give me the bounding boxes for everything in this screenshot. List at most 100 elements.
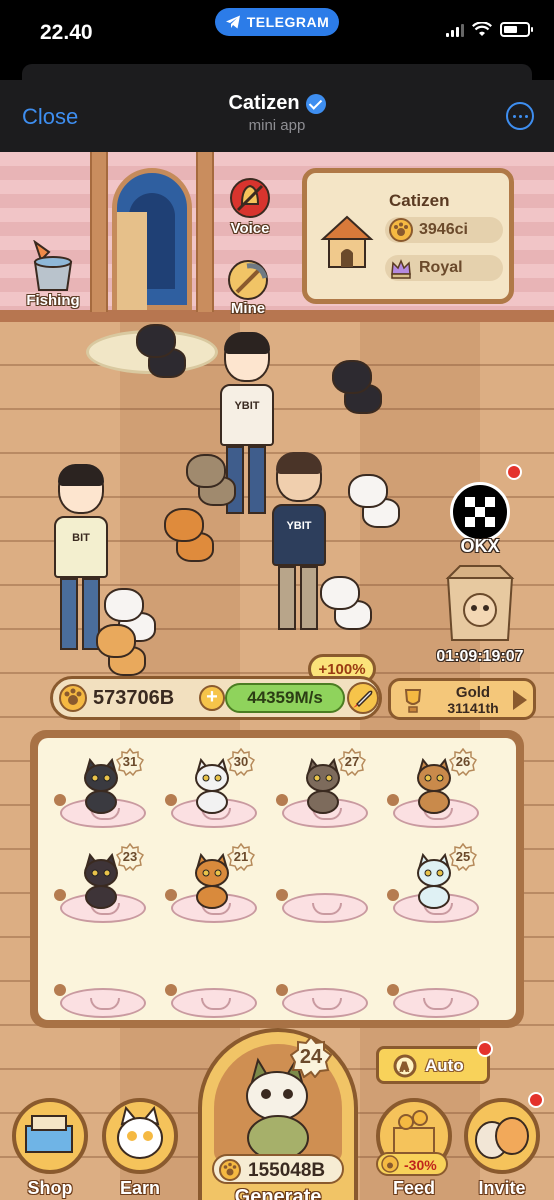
auto-merge-button[interactable]: A Auto [376, 1041, 493, 1084]
telegram-pill[interactable]: TELEGRAM [215, 8, 339, 36]
empty-cat-slot[interactable] [163, 936, 265, 1024]
add-coins-button[interactable]: + [199, 685, 225, 711]
system-icons [446, 22, 533, 37]
shop-button[interactable]: Shop [8, 1094, 92, 1200]
wall-pillar [90, 152, 108, 312]
shop-label: Shop [27, 1178, 73, 1198]
game-scene: Fishing Voice Mine Catizen 3946ci Royal … [0, 152, 554, 1200]
cat-bed [60, 988, 146, 1018]
coin-balance: 573706B [93, 687, 175, 709]
play-arrow-icon [513, 690, 527, 710]
cat-level-badge: 27 [337, 747, 367, 777]
empty-cat-slot[interactable] [385, 936, 487, 1024]
status-time: 22.40 [40, 21, 93, 44]
svg-text:A: A [400, 1060, 409, 1074]
cat-slot[interactable]: 27 [274, 746, 376, 834]
character-man-2: BIT [54, 464, 108, 650]
auto-label: Auto [425, 1056, 464, 1075]
paw-print-icon [165, 794, 177, 806]
earn-cat-icon [102, 1098, 178, 1174]
shop-icon [12, 1098, 88, 1174]
pickaxe-icon [228, 260, 268, 300]
cat-level-badge: 25 [448, 842, 478, 872]
cat-slot[interactable]: 30 [163, 746, 265, 834]
cat-bed [171, 988, 257, 1018]
empty-cat-slot[interactable] [274, 936, 376, 1024]
more-options-button[interactable] [506, 102, 534, 130]
door-panel [117, 212, 147, 310]
cat-level-badge: 26 [448, 747, 478, 777]
cat-slot[interactable]: 23 [52, 841, 154, 929]
scene-cat-white [346, 470, 418, 532]
generate-price-value: 155048B [248, 1160, 326, 1181]
mine-button[interactable]: Mine [220, 260, 276, 317]
paw-print-icon [54, 794, 66, 806]
telegram-plane-icon [225, 15, 240, 29]
feed-discount-badge: -30% [376, 1152, 448, 1176]
scene-cat-black-2 [330, 356, 400, 416]
currency-value: 3946ci [419, 221, 468, 238]
cat-slot[interactable]: 25 [385, 841, 487, 929]
voice-button[interactable]: Voice [222, 174, 278, 237]
resource-bar: 573706B + 44359M/s [50, 676, 382, 720]
generate-level: 24 [299, 1046, 323, 1068]
voice-bell-icon [230, 178, 270, 218]
generate-label: Generate [234, 1186, 322, 1200]
cat-level: 26 [455, 754, 471, 769]
title-block: Catizen mini app [0, 92, 554, 134]
paw-coin-icon [381, 1155, 399, 1173]
paw-print-icon [276, 794, 288, 806]
paw-print-icon [54, 984, 66, 996]
empty-cat-slot[interactable] [274, 841, 376, 929]
cat-level: 25 [455, 849, 471, 864]
league-button[interactable]: Gold 31141th [388, 678, 536, 720]
paw-print-icon [54, 889, 66, 901]
okx-button[interactable] [450, 482, 510, 542]
cat-level-badge: 30 [226, 747, 256, 777]
wifi-icon [472, 22, 492, 36]
verified-badge-icon [305, 93, 326, 114]
cat-bed [282, 893, 368, 923]
cat-level: 30 [233, 754, 249, 769]
invite-button[interactable]: Invite [460, 1092, 544, 1200]
empty-cat-slot[interactable] [52, 936, 154, 1024]
mine-label: Mine [230, 300, 266, 317]
fishing-bucket-icon [33, 240, 73, 291]
profile-card[interactable]: Catizen 3946ci Royal [302, 168, 514, 304]
trophy-icon [404, 689, 422, 713]
cat-grid: 31 30 27 26 23 21 25 [38, 738, 516, 1020]
earn-button[interactable]: Earn [98, 1094, 182, 1200]
cat-slot[interactable]: 26 [385, 746, 487, 834]
league-rank: 31141th [447, 700, 499, 716]
cat-level-badge: 23 [115, 842, 145, 872]
rocket-boost-icon[interactable] [347, 682, 379, 714]
status-bar: 22.40 TELEGRAM [0, 0, 554, 66]
fishing-button[interactable]: Fishing [20, 240, 86, 309]
feed-button[interactable]: -30% Feed [372, 1094, 456, 1200]
telegram-pill-label: TELEGRAM [246, 14, 330, 30]
invite-label: Invite [478, 1178, 526, 1198]
cat-level: 21 [233, 849, 249, 864]
rank-value: Royal [419, 259, 463, 276]
auto-notification-dot [477, 1041, 493, 1057]
cat-slot[interactable]: 21 [163, 841, 265, 929]
paw-print-icon [387, 794, 399, 806]
cat-grid-panel: 31 30 27 26 23 21 25 [30, 730, 524, 1028]
bottom-controls: A Auto 24 155048B Generate Shop Earn -30… [0, 1028, 554, 1200]
cat-level: 27 [344, 754, 360, 769]
cat-slot[interactable]: 31 [52, 746, 154, 834]
currency-pill: 3946ci [385, 217, 503, 243]
paw-coin-icon [59, 684, 87, 712]
cat-bed [393, 988, 479, 1018]
scene-cat-orange [162, 506, 228, 566]
invite-cats-icon [464, 1098, 540, 1174]
generate-button[interactable]: 24 155048B Generate [198, 1028, 358, 1200]
paw-coin-icon [389, 218, 413, 242]
paw-print-icon [165, 889, 177, 901]
earn-rate: 44359M/s [225, 683, 345, 713]
gift-box-icon[interactable] [444, 564, 516, 644]
cat-level-badge: 31 [115, 747, 145, 777]
scene-cat-tabby [184, 452, 246, 508]
paw-print-icon [276, 889, 288, 901]
okx-logo-icon [465, 497, 495, 527]
